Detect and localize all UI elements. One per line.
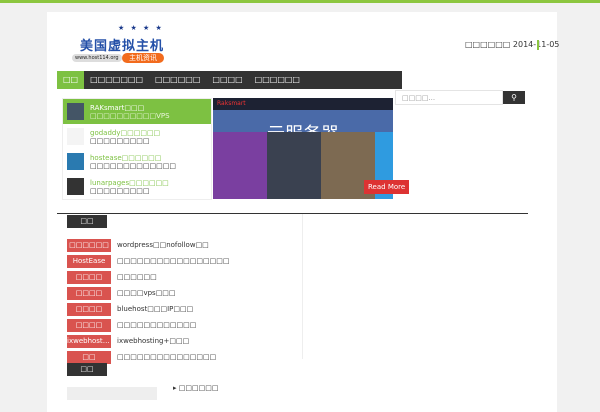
tag-badge[interactable]: ixwebhosti...: [67, 334, 111, 348]
slider-item[interactable]: godaddy□□□□□□ □□□□□□□□□: [63, 124, 211, 149]
post-link[interactable]: bluehost□□□IP□□□: [117, 305, 193, 313]
slider-list: RAKsmart□□□ □□□□□□□□□□VPS godaddy□□□□□□ □□…: [62, 98, 212, 200]
tag-row: ixwebhosti... ixwebhosting+□□□: [67, 333, 229, 349]
search-button[interactable]: ⚲: [503, 91, 525, 104]
slide-thumbnail: [67, 178, 84, 195]
tag-row: □□□□ □□□□□□: [67, 269, 229, 285]
post-link[interactable]: wordpress□□nofollow□□: [117, 241, 209, 249]
hero-brand: Raksmart: [213, 98, 393, 110]
slider-item[interactable]: lunarpages□□□□□□ □□□□□□□□□: [63, 174, 211, 199]
tab-first[interactable]: □□: [67, 215, 107, 228]
slide-subtitle: □□□□□□□□□□VPS: [90, 111, 170, 120]
slide-subtitle: □□□□□□□□□: [90, 186, 150, 195]
post-link[interactable]: □□□□□□□□□□□□□□□□□: [117, 257, 229, 265]
bottom-link[interactable]: □□□□□□: [179, 384, 219, 392]
hero-tile: [267, 132, 321, 199]
post-link[interactable]: ixwebhosting+□□□: [117, 337, 189, 345]
slide-title: godaddy□□□□□□: [90, 128, 161, 137]
tag-badge[interactable]: □□□□□□: [67, 238, 111, 252]
grey-placeholder-box: [67, 387, 157, 400]
header-date: □□□□□□ 2014-11-05: [465, 40, 559, 49]
slide-subtitle: □□□□□□□□□: [90, 136, 150, 145]
slide-title: lunarpages□□□□□□: [90, 178, 169, 187]
slide-thumbnail: [67, 103, 84, 120]
search-icon: ⚲: [511, 93, 517, 102]
logo-url: www.host114.org: [72, 54, 122, 62]
main-nav: □□ □□□□□□□ □□□□□□ □□□□ □□□□□□: [57, 71, 402, 89]
nav-item[interactable]: □□□□□□□: [84, 71, 149, 89]
tag-list: □□□□□□ wordpress□□nofollow□□ HostEase □□□□□…: [67, 237, 229, 365]
slide-thumbnail: [67, 128, 84, 145]
hero-tile: [213, 132, 267, 199]
tag-row: □□□□ bluehost□□□IP□□□: [67, 301, 229, 317]
slider-item[interactable]: hostease□□□□□□ □□□□□□□□□□□□□: [63, 149, 211, 174]
logo-stars: ★ ★ ★ ★: [118, 24, 164, 32]
slide-title: RAKsmart□□□: [90, 103, 145, 112]
nav-item[interactable]: □□□□□□: [249, 71, 306, 89]
logo-name: 美国虚拟主机: [80, 39, 165, 54]
site-logo[interactable]: ★ ★ ★ ★ 美国虚拟主机 www.host114.org 主机资讯: [70, 24, 200, 66]
tag-badge[interactable]: □□□□: [67, 302, 111, 316]
date-label: □□□□□□: [465, 40, 511, 49]
logo-badge: 主机资讯: [122, 53, 164, 63]
section-divider: [57, 213, 528, 214]
nav-item[interactable]: □□□□□□: [149, 71, 206, 89]
tag-badge[interactable]: HostEase: [67, 254, 111, 268]
tag-row: □□□□□□ wordpress□□nofollow□□: [67, 237, 229, 253]
tag-row: □□□□ □□□□□□□□□□□□: [67, 317, 229, 333]
search-input[interactable]: □□□□...: [395, 90, 503, 105]
slide-thumbnail: [67, 153, 84, 170]
tag-badge[interactable]: □□□□: [67, 270, 111, 284]
tag-badge[interactable]: □□□□: [67, 286, 111, 300]
nav-item-home[interactable]: □□: [57, 71, 85, 89]
slider-item[interactable]: RAKsmart□□□ □□□□□□□□□□VPS: [63, 99, 211, 124]
slide-title: hostease□□□□□□: [90, 153, 162, 162]
nav-item[interactable]: □□□□: [206, 71, 248, 89]
column-divider: [302, 214, 303, 359]
top-accent-bar: [0, 0, 600, 3]
read-more-button[interactable]: Read More: [364, 180, 410, 194]
tab-second[interactable]: □□: [67, 363, 107, 376]
tag-badge[interactable]: □□: [67, 350, 111, 364]
bottom-list-item[interactable]: ▸ □□□□□□: [173, 384, 218, 392]
post-link[interactable]: □□□□□□□□□□□□: [117, 321, 196, 329]
tag-badge[interactable]: □□□□: [67, 318, 111, 332]
post-link[interactable]: □□□□vps□□□: [117, 289, 176, 297]
post-link[interactable]: □□□□□□□□□□□□□□□: [117, 353, 216, 361]
tag-row: □□□□ □□□□vps□□□: [67, 285, 229, 301]
slide-subtitle: □□□□□□□□□□□□□: [90, 161, 176, 170]
date-divider: [537, 40, 539, 50]
post-link[interactable]: □□□□□□: [117, 273, 157, 281]
tag-row: HostEase □□□□□□□□□□□□□□□□□: [67, 253, 229, 269]
